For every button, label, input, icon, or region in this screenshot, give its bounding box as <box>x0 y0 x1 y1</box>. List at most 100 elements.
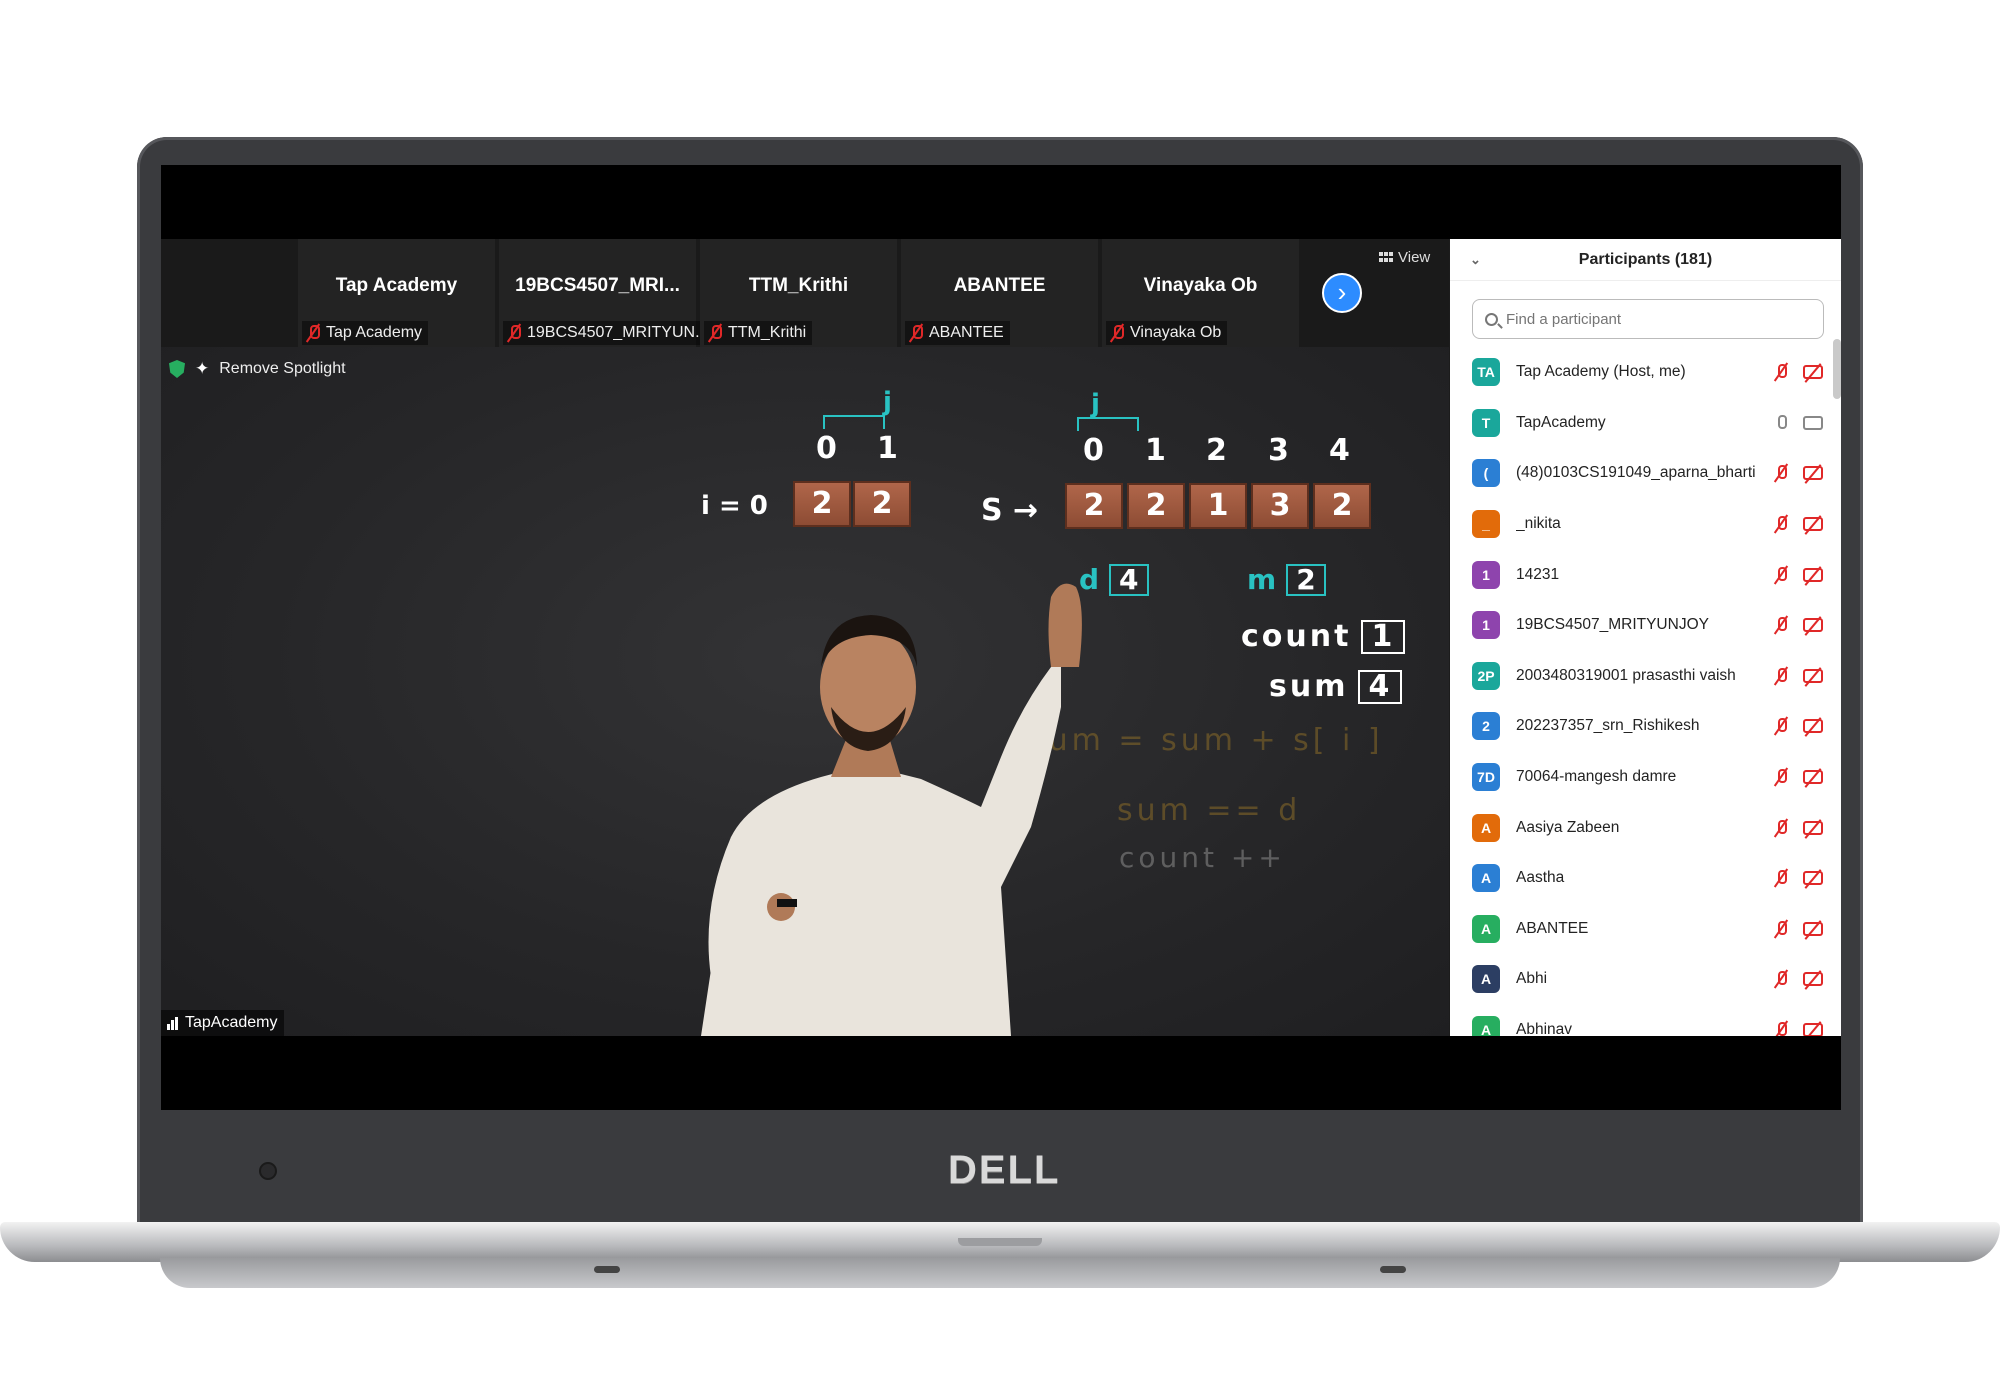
search-input[interactable] <box>1506 310 1796 328</box>
next-page-button[interactable]: › <box>1322 273 1362 313</box>
participant-row[interactable]: A Abhi <box>1450 954 1833 1005</box>
thumbnail-tag: ABANTEE <box>905 321 1010 345</box>
mic-muted-icon[interactable] <box>1773 515 1789 533</box>
mic-muted-icon[interactable] <box>1773 970 1789 988</box>
mic-muted-icon[interactable] <box>1773 819 1789 837</box>
avatar: 7D <box>1472 763 1500 792</box>
participant-thumbnail[interactable]: TTM_Krithi TTM_Krithi <box>700 239 897 347</box>
participant-row[interactable]: A Abhinav <box>1450 1005 1833 1036</box>
camera-off-icon[interactable] <box>1803 567 1823 582</box>
thumbnail-name: ABANTEE <box>953 275 1046 296</box>
avatar: 2P <box>1472 661 1500 690</box>
avatar: A <box>1472 864 1500 893</box>
avatar: TA <box>1472 358 1500 387</box>
participant-thumbnail[interactable]: 19BCS4507_MRI... 19BCS4507_MRITYUN... <box>499 239 715 347</box>
count-variable: count 1 <box>1241 619 1406 654</box>
avatar: _ <box>1472 510 1500 539</box>
participant-row[interactable]: A Aastha <box>1450 853 1833 904</box>
participant-row[interactable]: A Aasiya Zabeen <box>1450 802 1833 853</box>
mic-muted-icon[interactable] <box>1773 920 1789 938</box>
camera-off-icon[interactable] <box>1803 719 1823 734</box>
participant-status <box>1773 363 1823 381</box>
participant-row[interactable]: 2 202237357_srn_Rishikesh <box>1450 701 1833 752</box>
avatar: 2 <box>1472 712 1500 741</box>
thumbnail-tag: Vinayaka Ob <box>1106 321 1228 345</box>
participant-row[interactable]: TA Tap Academy (Host, me) <box>1450 347 1833 398</box>
participant-status <box>1773 515 1823 533</box>
participant-name: 14231 <box>1516 565 1560 583</box>
remove-spotlight-button[interactable]: Remove Spotlight <box>219 360 345 378</box>
participant-search[interactable] <box>1472 299 1824 339</box>
participant-status <box>1773 819 1823 837</box>
participant-row[interactable]: 1 19BCS4507_MRITYUNJOY <box>1450 600 1833 651</box>
camera-off-icon[interactable] <box>1803 1023 1823 1036</box>
participant-status <box>1773 464 1823 482</box>
participant-row[interactable]: 2P 2003480319001 prasasthi vaish <box>1450 651 1833 702</box>
participant-thumbnail[interactable]: Vinayaka Ob Vinayaka Ob <box>1102 239 1299 347</box>
camera-off-icon[interactable] <box>1803 365 1823 380</box>
laptop-foot <box>1380 1266 1406 1273</box>
lid-notch <box>958 1238 1042 1246</box>
thumbnail-tag: Tap Academy <box>302 321 429 345</box>
mic-muted-icon[interactable] <box>1773 566 1789 584</box>
avatar: A <box>1472 1016 1500 1036</box>
mic-icon[interactable] <box>1773 414 1789 432</box>
participant-row[interactable]: ((48)0103CS191049_aparna_bharti <box>1450 448 1833 499</box>
participants-header: ⌄ Participants (181) <box>1450 239 1841 281</box>
mic-muted-icon[interactable] <box>1773 869 1789 887</box>
participant-row[interactable]: A ABANTEE <box>1450 904 1833 955</box>
camera-off-icon[interactable] <box>1803 668 1823 683</box>
camera-off-icon[interactable] <box>1803 921 1823 936</box>
participant-status <box>1773 616 1823 634</box>
participant-status <box>1773 768 1823 786</box>
camera-off-icon[interactable] <box>1803 770 1823 785</box>
participant-thumbnail[interactable]: Tap Academy Tap Academy <box>298 239 495 347</box>
mic-muted-icon[interactable] <box>1773 667 1789 685</box>
mic-muted-icon[interactable] <box>1773 363 1789 381</box>
view-button[interactable]: View <box>1379 249 1430 266</box>
participant-row[interactable]: 7D 70064-mangesh damre <box>1450 752 1833 803</box>
panel-scrollbar[interactable] <box>1833 339 1841 399</box>
count-label: count <box>1241 619 1352 654</box>
right-index: 1 <box>1145 433 1166 468</box>
participant-name: 19BCS4507_MRITYUNJOY <box>1516 616 1709 634</box>
laptop-foot <box>594 1266 620 1273</box>
participant-thumbnail[interactable]: ABANTEE ABANTEE <box>901 239 1098 347</box>
thumbnail-name: Vinayaka Ob <box>1143 275 1258 296</box>
thumbnail-tag: 19BCS4507_MRITYUN... <box>503 321 715 345</box>
participant-name: TapAcademy <box>1516 413 1606 431</box>
participant-row[interactable]: _ _nikita <box>1450 499 1833 550</box>
laptop-base-underside <box>160 1258 1840 1288</box>
participants-panel: ⌄ Participants (181) TATap Academy (Host… <box>1450 239 1841 1036</box>
participant-status <box>1773 414 1823 432</box>
pin-icon: ✦ <box>195 359 210 378</box>
camera-off-icon[interactable] <box>1803 618 1823 633</box>
sum-value: 4 <box>1358 670 1403 704</box>
array-cell: 1 <box>1189 483 1247 529</box>
camera-icon[interactable] <box>1803 415 1823 430</box>
mic-muted-icon[interactable] <box>1773 717 1789 735</box>
sum-label: sum <box>1269 669 1349 704</box>
mic-muted-icon <box>909 324 923 342</box>
participant-name: 202237357_srn_Rishikesh <box>1516 717 1700 735</box>
chevron-down-icon[interactable]: ⌄ <box>1470 239 1481 281</box>
participant-row[interactable]: T TapAcademy <box>1450 398 1833 449</box>
participant-row[interactable]: 1 14231 <box>1450 549 1833 600</box>
participant-name: _nikita <box>1516 515 1561 533</box>
laptop-logo: DELL <box>948 1148 1061 1192</box>
presenter-figure <box>701 583 1082 1036</box>
mic-muted-icon[interactable] <box>1773 768 1789 786</box>
camera-off-icon[interactable] <box>1803 972 1823 987</box>
mic-muted-icon <box>306 324 320 342</box>
right-index: 3 <box>1268 433 1289 468</box>
mic-muted-icon[interactable] <box>1773 1021 1789 1036</box>
camera-off-icon[interactable] <box>1803 871 1823 886</box>
camera-off-icon[interactable] <box>1803 517 1823 532</box>
camera-off-icon[interactable] <box>1803 466 1823 481</box>
participant-status <box>1773 566 1823 584</box>
participant-status <box>1773 869 1823 887</box>
mic-muted-icon[interactable] <box>1773 616 1789 634</box>
view-label: View <box>1398 249 1431 266</box>
mic-muted-icon[interactable] <box>1773 464 1789 482</box>
camera-off-icon[interactable] <box>1803 820 1823 835</box>
